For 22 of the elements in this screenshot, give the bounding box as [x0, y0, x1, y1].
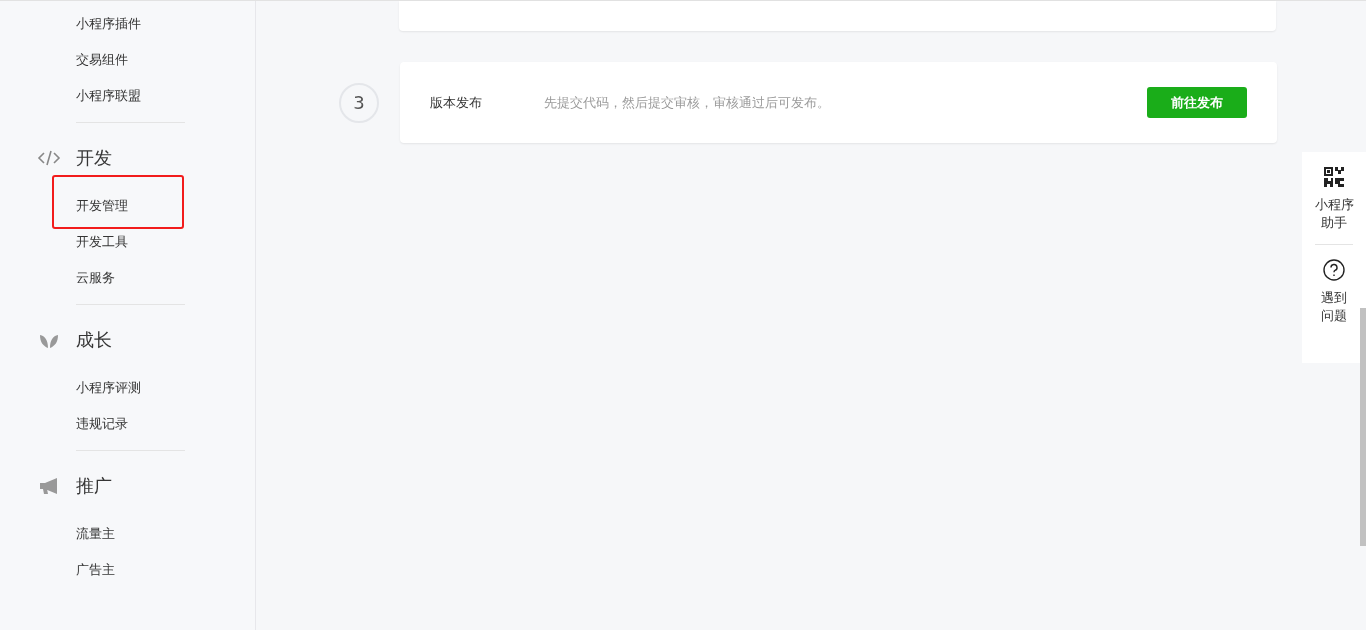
menu-item[interactable]: 广告主 — [76, 561, 115, 579]
menu-item[interactable]: 流量主 — [76, 525, 115, 543]
section-title: 推广 — [76, 474, 112, 498]
help-icon — [1323, 259, 1345, 281]
qr-code-icon — [1323, 166, 1345, 188]
menu-item[interactable]: 违规记录 — [76, 415, 128, 433]
section-title: 开发 — [76, 146, 112, 170]
step-title: 版本发布 — [430, 93, 483, 112]
menu-item[interactable]: 开发工具 — [76, 233, 128, 251]
panel-label[interactable]: 小程序 助手 — [1314, 196, 1354, 232]
step-number: 3 — [339, 82, 379, 123]
section-title: 成长 — [76, 328, 112, 352]
menu-item[interactable]: 小程序联盟 — [76, 87, 141, 105]
menu-item[interactable]: 云服务 — [76, 269, 115, 287]
menu-item[interactable]: 开发管理 — [76, 197, 128, 215]
menu-item[interactable]: 小程序评测 — [76, 379, 141, 397]
menu-item[interactable]: 交易组件 — [76, 51, 128, 69]
step-description: 先提交代码，然后提交审核，审核通过后可发布。 — [544, 93, 831, 112]
panel-label[interactable]: 遇到 问题 — [1321, 289, 1347, 325]
code-icon — [37, 148, 61, 168]
scrollbar[interactable] — [1360, 308, 1366, 546]
menu-item[interactable]: 小程序插件 — [76, 15, 141, 33]
